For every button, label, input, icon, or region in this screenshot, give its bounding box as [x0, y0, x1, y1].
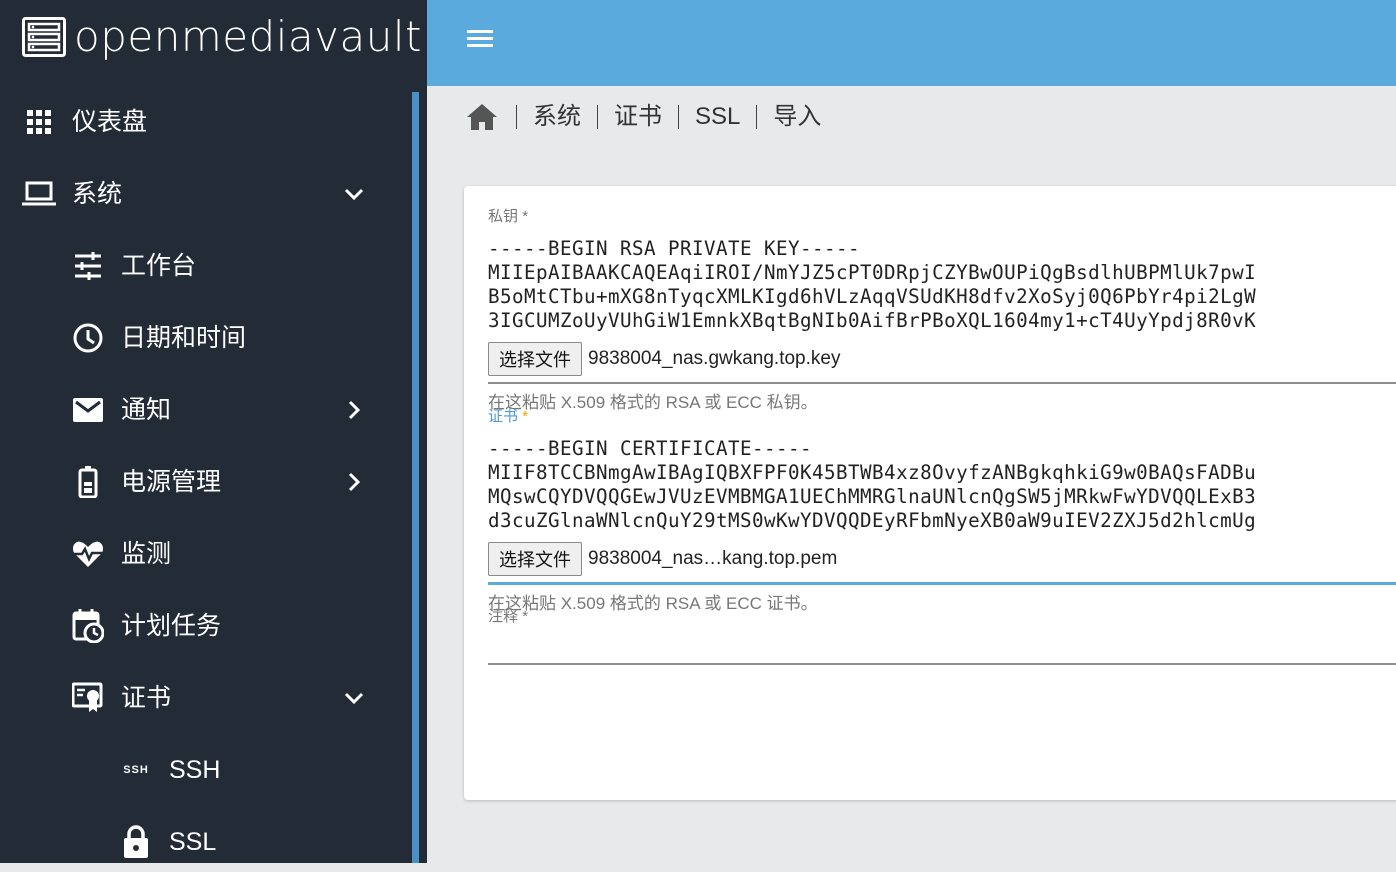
breadcrumb-item-certificates[interactable]: 证书: [597, 105, 678, 129]
choose-file-button[interactable]: 选择文件: [488, 342, 582, 376]
certificate-file-picker: 选择文件 9838004_nas…kang.top.pem: [488, 541, 1396, 577]
sidebar-item-label: 仪表盘: [72, 108, 148, 136]
required-mark: *: [522, 208, 529, 225]
private-key-label-text: 私钥: [488, 208, 519, 225]
certificate-textarea[interactable]: -----BEGIN CERTIFICATE----- MIIF8TCCBNmg…: [488, 437, 1396, 533]
sidebar-item-label: 证书: [121, 684, 172, 712]
private-key-field: 私钥 * -----BEGIN RSA PRIVATE KEY----- MII…: [488, 208, 1396, 412]
sidebar-item-label: SSH: [169, 756, 221, 784]
mail-icon: [71, 393, 105, 427]
comment-label-text: 注释: [488, 608, 519, 625]
sidebar-item-label: 系统: [72, 180, 123, 208]
sliders-icon: [71, 249, 105, 283]
dashboard-grid-icon: [22, 105, 56, 139]
sidebar-item-scheduled-tasks[interactable]: 计划任务: [0, 596, 400, 656]
logo-text: openmediavault: [74, 12, 422, 61]
certificate-line: MIIF8TCCBNmgAwIBAgIQBXFPF0K45BTWB4xz8Ovy…: [488, 461, 1257, 484]
private-key-line: B5oMtCTbu+mXG8nTyqcXMLKIgd6hVLzAqqVSUdKH…: [488, 285, 1257, 308]
top-bar: [427, 0, 1396, 86]
app-logo[interactable]: openmediavault: [22, 15, 422, 59]
comment-underline: [488, 663, 1396, 665]
ssh-icon: SSH: [123, 764, 149, 776]
battery-icon: [71, 465, 105, 499]
sidebar-item-power[interactable]: 电源管理: [0, 452, 400, 512]
sidebar-scrollbar[interactable]: [412, 92, 419, 863]
lock-icon: [119, 825, 153, 859]
clock-icon: [71, 321, 105, 355]
private-key-label: 私钥 *: [488, 208, 1396, 226]
certificate-icon: [71, 681, 105, 715]
sidebar-item-label: 计划任务: [121, 612, 222, 640]
sidebar-item-label: 日期和时间: [121, 324, 247, 352]
sidebar-item-label: 通知: [121, 396, 172, 424]
breadcrumb: 系统 证书 SSL 导入: [466, 96, 837, 138]
chevron-down-icon: [340, 180, 368, 208]
sidebar-item-system[interactable]: 系统: [0, 164, 400, 224]
laptop-icon: [22, 177, 56, 211]
comment-label: 注释 *: [488, 608, 1396, 626]
certificate-label-text: 证书: [488, 408, 519, 425]
import-form-card: 私钥 * -----BEGIN RSA PRIVATE KEY----- MII…: [464, 186, 1396, 800]
home-icon[interactable]: [466, 101, 498, 133]
breadcrumb-item-system[interactable]: 系统: [516, 105, 597, 129]
sidebar-item-monitoring[interactable]: 监测: [0, 524, 400, 584]
server-logo-icon: [22, 17, 66, 57]
chevron-down-icon: [340, 684, 368, 712]
private-key-line: 3IGCUMZoUyVUhGiW1EmnkXBqtBgNIb0AifBrPBoX…: [488, 309, 1257, 332]
required-mark: *: [522, 408, 529, 425]
breadcrumb-item-import: 导入: [756, 105, 837, 129]
heart-pulse-icon: [71, 537, 105, 571]
sidebar-item-datetime[interactable]: 日期和时间: [0, 308, 400, 368]
sidebar-item-label: 电源管理: [121, 468, 222, 496]
sidebar: openmediavault 仪表盘 系统 工作台 日期和时间 通知 电源管理 …: [0, 0, 427, 863]
sidebar-item-label: SSL: [169, 828, 217, 856]
calendar-clock-icon: [71, 609, 105, 643]
certificate-line: d3cuZGlnaWNlcnQuY29tMS0wKwYDVQQDEyRFbmNy…: [488, 509, 1257, 532]
hamburger-menu-icon[interactable]: [465, 24, 501, 56]
chevron-right-icon: [340, 468, 368, 496]
comment-input[interactable]: [488, 626, 1396, 658]
private-key-underline: [488, 382, 1396, 384]
certificate-underline: [488, 582, 1396, 585]
private-key-file-picker: 选择文件 9838004_nas.gwkang.top.key: [488, 341, 1396, 377]
certificate-label: 证书 *: [488, 408, 1396, 426]
chevron-right-icon: [340, 396, 368, 424]
comment-field: 注释 *: [488, 608, 1396, 665]
sidebar-item-label: 监测: [121, 540, 172, 568]
selected-file-name: 9838004_nas…kang.top.pem: [588, 548, 838, 569]
selected-file-name: 9838004_nas.gwkang.top.key: [588, 348, 841, 369]
private-key-line: -----BEGIN RSA PRIVATE KEY-----: [488, 237, 861, 260]
certificate-line: MQswCQYDVQQGEwJVUzEVMBMGA1UEChMMRGlnaUNl…: [488, 485, 1257, 508]
private-key-textarea[interactable]: -----BEGIN RSA PRIVATE KEY----- MIIEpAIB…: [488, 237, 1396, 333]
sidebar-item-label: 工作台: [121, 252, 197, 280]
sidebar-item-ssh[interactable]: SSH SSH: [0, 740, 400, 800]
certificate-field: 证书 * -----BEGIN CERTIFICATE----- MIIF8TC…: [488, 408, 1396, 613]
sidebar-item-ssl[interactable]: SSL: [0, 812, 400, 872]
sidebar-item-dashboard[interactable]: 仪表盘: [0, 92, 400, 152]
sidebar-item-workbench[interactable]: 工作台: [0, 236, 400, 296]
breadcrumb-item-ssl[interactable]: SSL: [678, 105, 756, 129]
private-key-line: MIIEpAIBAAKCAQEAqiIROI/NmYJZ5cPT0DRpjCZY…: [488, 261, 1257, 284]
sidebar-item-certificates[interactable]: 证书: [0, 668, 400, 728]
certificate-line: -----BEGIN CERTIFICATE-----: [488, 437, 813, 460]
choose-file-button[interactable]: 选择文件: [488, 542, 582, 576]
required-mark: *: [522, 608, 529, 625]
sidebar-item-notification[interactable]: 通知: [0, 380, 400, 440]
